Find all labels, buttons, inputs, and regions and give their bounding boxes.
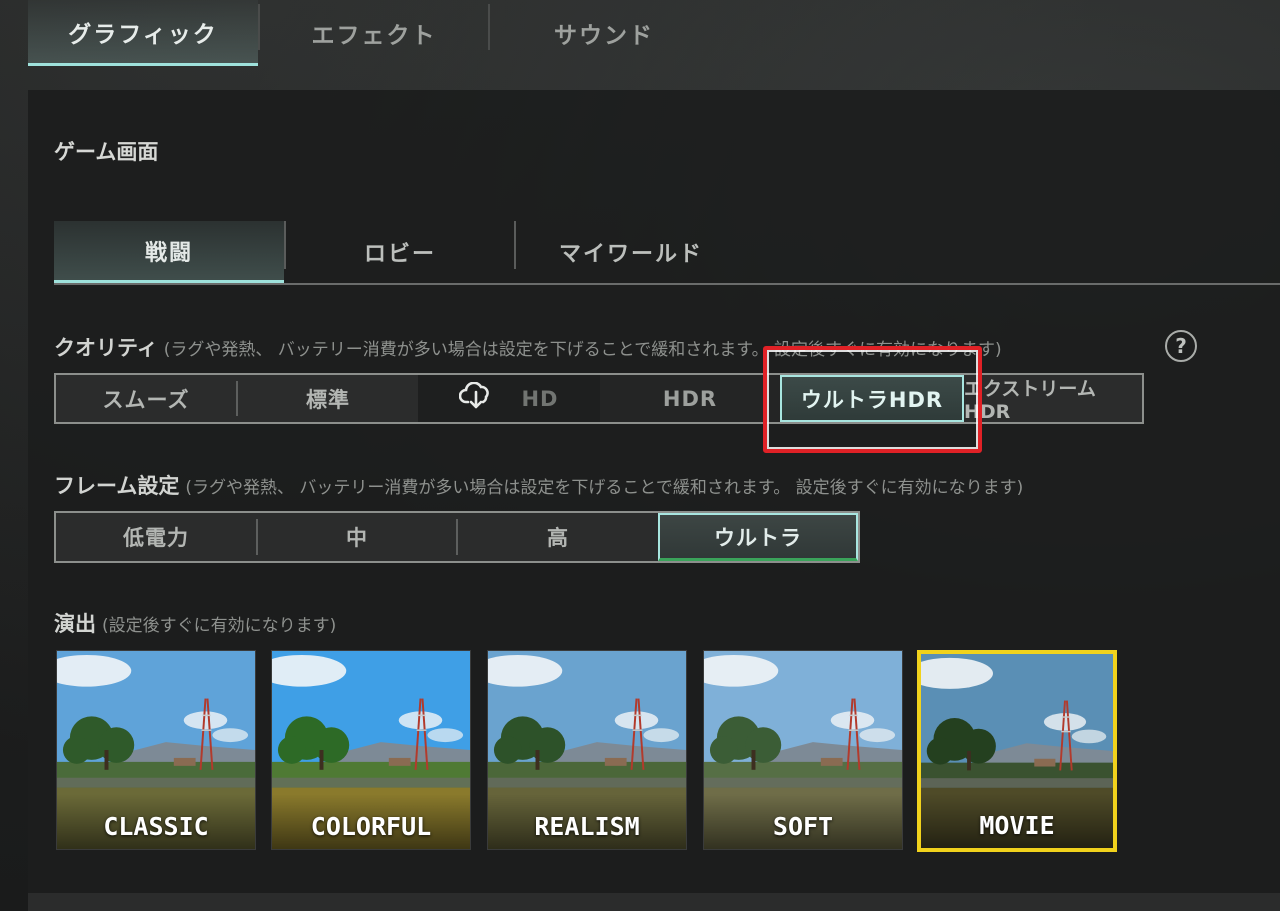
tab-effects[interactable]: エフェクト	[260, 0, 488, 66]
style-preset-classic[interactable]: CLASSIC	[56, 650, 256, 850]
top-tab-bar: グラフィック エフェクト サウンド	[28, 0, 1280, 68]
preset-label: REALISM	[534, 812, 640, 841]
frame-label-text: フレーム設定	[54, 474, 180, 498]
selection-highlight-box	[763, 346, 982, 453]
frame-option-high[interactable]: 高	[458, 513, 658, 561]
quality-option-smooth[interactable]: スムーズ	[56, 375, 236, 422]
quality-option-hd[interactable]: HD	[418, 375, 600, 422]
style-label-text: 演出	[54, 612, 96, 636]
frame-label: フレーム設定 (ラグや発熱、 バッテリー消費が多い場合は設定を下げることで緩和され…	[54, 470, 1023, 500]
style-label: 演出 (設定後すぐに有効になります)	[54, 608, 336, 638]
quality-option-standard[interactable]: 標準	[238, 375, 418, 422]
frame-option-medium[interactable]: 中	[258, 513, 456, 561]
style-preset-soft[interactable]: SOFT	[703, 650, 903, 850]
frame-selector: 低電力 中 高 ウルトラ	[54, 511, 860, 563]
tab-sound[interactable]: サウンド	[490, 0, 718, 66]
style-preset-colorful[interactable]: COLORFUL	[271, 650, 471, 850]
quality-label-text: クオリティ	[54, 336, 158, 360]
preset-label: COLORFUL	[310, 812, 432, 841]
subtab-my-world[interactable]: マイワールド	[516, 221, 746, 283]
section-title-game-screen: ゲーム画面	[54, 140, 159, 164]
panel-footer-bar	[28, 893, 1280, 911]
cloud-download-icon	[459, 381, 493, 415]
subtab-lobby[interactable]: ロビー	[286, 221, 514, 283]
subtab-battle[interactable]: 戦闘	[54, 221, 284, 283]
quality-option-hd-label: HD	[521, 386, 559, 411]
style-note: (設定後すぐに有効になります)	[102, 616, 337, 636]
quality-option-extreme-hdr[interactable]: エクストリームHDR	[964, 375, 1142, 423]
tab-graphics[interactable]: グラフィック	[28, 0, 258, 66]
style-preset-movie[interactable]: MOVIE	[917, 650, 1117, 852]
frame-option-low-power[interactable]: 低電力	[56, 513, 256, 561]
style-preset-realism[interactable]: REALISM	[487, 650, 687, 850]
preset-label: CLASSIC	[103, 812, 209, 841]
help-icon[interactable]: ?	[1165, 330, 1197, 362]
preset-label: SOFT	[772, 812, 834, 841]
preset-label: MOVIE	[979, 811, 1055, 840]
frame-option-ultra[interactable]: ウルトラ	[658, 513, 858, 561]
quality-option-hdr[interactable]: HDR	[600, 375, 780, 422]
subtab-underline	[54, 283, 1280, 285]
frame-note: (ラグや発熱、 バッテリー消費が多い場合は設定を下げることで緩和されます。 設定…	[185, 478, 1024, 498]
